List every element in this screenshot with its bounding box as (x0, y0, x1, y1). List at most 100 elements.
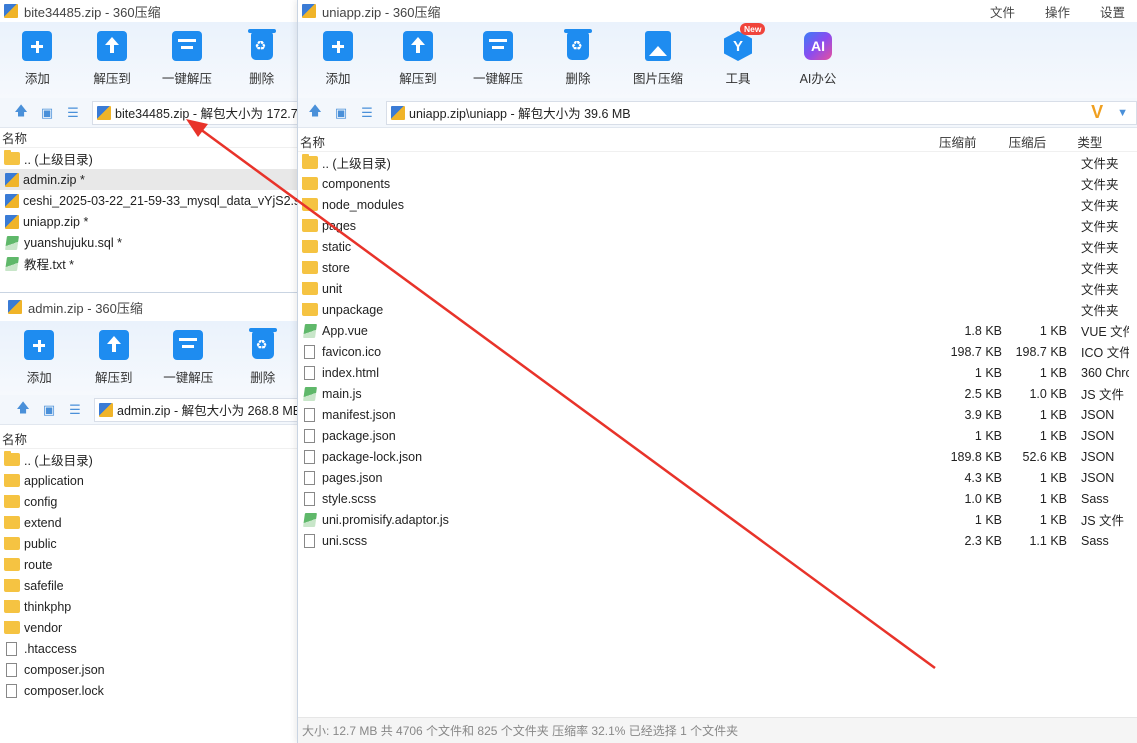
add-button[interactable]: 添加 (298, 30, 378, 87)
table-row[interactable]: App.vue 1.8 KB 1 KB VUE 文件 (298, 320, 1137, 341)
list-item[interactable]: safefile (0, 575, 300, 596)
list-item[interactable]: yuanshujuku.sql * (0, 232, 299, 253)
list-item[interactable]: vendor (0, 617, 300, 638)
delete-button[interactable]: 删除 (226, 328, 301, 386)
item-name: uniapp.zip * (23, 214, 89, 229)
list-item[interactable]: .. (上级目录) (0, 148, 299, 169)
table-row[interactable]: manifest.json 3.9 KB 1 KB JSON (298, 404, 1137, 425)
admin-address-text: admin.zip - 解包大小为 268.8 MB (117, 404, 300, 418)
list-item[interactable]: route (0, 554, 300, 575)
name-column-header[interactable]: 名称 (0, 429, 300, 448)
folder-icon (4, 536, 20, 550)
ai-office-button[interactable]: AI AI办公 (778, 30, 858, 87)
table-row[interactable]: unpackage 文件夹 (298, 299, 1137, 320)
name-column-header[interactable]: 名称 (0, 128, 299, 147)
extract-to-button[interactable]: 解压到 (77, 329, 152, 386)
list-item[interactable]: composer.lock (0, 680, 300, 701)
uniapp-address-bar: 🡅 ▣ ☰ uniapp.zip\uniapp - 解包大小为 39.6 MB … (298, 98, 1137, 128)
file-type: 360 Chro (1081, 365, 1129, 380)
size-after: 1 KB (1039, 323, 1067, 338)
size-after: 1.0 KB (1029, 386, 1067, 401)
admin-address-field[interactable]: admin.zip - 解包大小为 268.8 MB (94, 397, 300, 422)
list-item[interactable]: thinkphp (0, 596, 300, 617)
table-row[interactable]: store 文件夹 (298, 257, 1137, 278)
up-arrow-icon[interactable]: 🡅 (12, 399, 34, 421)
table-row[interactable]: pages 文件夹 (298, 215, 1137, 236)
thumbnail-view-icon[interactable]: ▣ (36, 102, 58, 124)
file-type: 文件夹 (1081, 283, 1119, 297)
item-name: public (24, 536, 57, 551)
uniapp-address-field[interactable]: uniapp.zip\uniapp - 解包大小为 39.6 MB V ▼ (386, 100, 1137, 125)
table-row[interactable]: static 文件夹 (298, 236, 1137, 257)
list-item[interactable]: application (0, 470, 300, 491)
table-row[interactable]: unit 文件夹 (298, 278, 1137, 299)
item-name: package-lock.json (322, 449, 423, 464)
table-row[interactable]: favicon.ico 198.7 KB 198.7 KB ICO 文件 (298, 341, 1137, 362)
one-click-extract-button[interactable]: 一键解压 (151, 329, 226, 386)
delete-button[interactable]: 删除 (224, 29, 299, 87)
list-item[interactable]: uniapp.zip * (0, 211, 299, 232)
after-column-header[interactable]: 压缩后 (1005, 132, 1075, 151)
menu-file[interactable]: 文件 (972, 2, 1027, 21)
one-click-extract-button[interactable]: 一键解压 (458, 30, 538, 87)
v-logo-icon[interactable]: V (1091, 102, 1103, 123)
up-arrow-icon[interactable]: 🡅 (304, 102, 326, 124)
add-button[interactable]: 添加 (0, 30, 75, 87)
up-arrow-icon[interactable]: 🡅 (10, 102, 32, 124)
file-icon (304, 365, 315, 380)
name-column-header[interactable]: 名称 (298, 132, 935, 151)
zip-app-icon (8, 300, 22, 314)
list-view-icon[interactable]: ☰ (356, 102, 378, 124)
list-item[interactable]: extend (0, 512, 300, 533)
before-column-header[interactable]: 压缩前 (935, 132, 1005, 151)
table-row[interactable]: package.json 1 KB 1 KB JSON (298, 425, 1137, 446)
table-row[interactable]: main.js 2.5 KB 1.0 KB JS 文件 (298, 383, 1137, 404)
list-item[interactable]: .. (上级目录) (0, 449, 300, 470)
table-row[interactable]: .. (上级目录) 文件夹 (298, 152, 1137, 173)
add-button[interactable]: 添加 (2, 329, 77, 386)
thumbnail-view-icon[interactable]: ▣ (330, 102, 352, 124)
chevron-down-icon[interactable]: ▼ (1117, 107, 1128, 119)
menu-operation[interactable]: 操作 (1027, 2, 1082, 21)
item-name: static (322, 239, 352, 254)
list-item[interactable]: composer.json (0, 659, 300, 680)
table-row[interactable]: package-lock.json 189.8 KB 52.6 KB JSON (298, 446, 1137, 467)
table-row[interactable]: uni.scss 2.3 KB 1.1 KB Sass (298, 530, 1137, 551)
tools-button[interactable]: Y New 工具 (698, 23, 778, 87)
list-item[interactable]: config (0, 491, 300, 512)
thumbnail-view-icon[interactable]: ▣ (38, 399, 60, 421)
table-row[interactable]: index.html 1 KB 1 KB 360 Chro (298, 362, 1137, 383)
list-item[interactable]: admin.zip * (0, 169, 299, 190)
image-compress-button[interactable]: 图片压缩 (618, 30, 698, 87)
list-item[interactable]: public (0, 533, 300, 554)
bite-address-field[interactable]: bite34485.zip - 解包大小为 172.7 (92, 100, 299, 125)
folder-icon (302, 154, 318, 169)
one-click-extract-button[interactable]: 一键解压 (150, 30, 225, 87)
list-view-icon[interactable]: ☰ (62, 102, 84, 124)
folder-icon (302, 176, 318, 190)
admin-column-header: 名称 (0, 429, 300, 449)
size-before: 4.3 KB (964, 470, 1002, 485)
table-row[interactable]: node_modules 文件夹 (298, 194, 1137, 215)
table-row[interactable]: uni.promisify.adaptor.js 1 KB 1 KB JS 文件 (298, 509, 1137, 530)
folder-icon (4, 150, 20, 165)
zip-icon (97, 105, 111, 120)
delete-button[interactable]: 删除 (538, 29, 618, 87)
extract-to-button[interactable]: 解压到 (75, 30, 150, 87)
file-icon (304, 428, 315, 443)
table-row[interactable]: pages.json 4.3 KB 1 KB JSON (298, 467, 1137, 488)
file-type: JS 文件 (1081, 388, 1125, 402)
list-item[interactable]: ceshi_2025-03-22_21-59-33_mysql_data_vYj… (0, 190, 299, 211)
uniapp-column-header: 名称 压缩前 压缩后 类型 (298, 132, 1137, 152)
list-view-icon[interactable]: ☰ (64, 399, 86, 421)
extract-to-button[interactable]: 解压到 (378, 30, 458, 87)
table-row[interactable]: components 文件夹 (298, 173, 1137, 194)
file-type: JS 文件 (1081, 514, 1125, 528)
menu-settings[interactable]: 设置 (1082, 2, 1137, 21)
table-row[interactable]: style.scss 1.0 KB 1 KB Sass (298, 488, 1137, 509)
list-item[interactable]: 教程.txt * (0, 253, 299, 274)
list-item[interactable]: .htaccess (0, 638, 300, 659)
uniapp-window: uniapp.zip - 360压缩 文件 操作 设置 添加 解压到 一键解压 … (297, 0, 1137, 743)
item-name: .. (上级目录) (322, 157, 391, 171)
type-column-header[interactable]: 类型 (1074, 132, 1137, 151)
